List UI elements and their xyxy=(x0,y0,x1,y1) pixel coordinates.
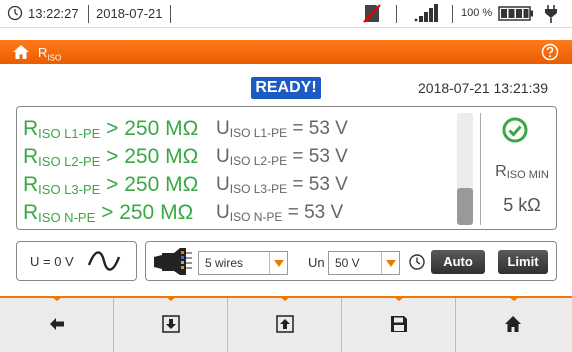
wires-value: 5 wires xyxy=(205,256,244,270)
timer-icon xyxy=(409,254,425,270)
back-icon xyxy=(50,318,64,330)
limit-button[interactable]: Limit xyxy=(498,250,548,274)
un-dropdown[interactable]: 50 V xyxy=(328,251,400,275)
voltage-box: U = 0 V xyxy=(16,241,137,281)
status-divider xyxy=(88,5,89,23)
status-date: 2018-07-21 xyxy=(96,6,163,21)
auto-button[interactable]: Auto xyxy=(431,250,485,274)
signal-icon xyxy=(414,4,438,22)
bottom-nav xyxy=(0,296,572,352)
upload-icon xyxy=(276,315,294,333)
battery-icon xyxy=(498,6,533,21)
save-icon xyxy=(391,316,407,332)
no-sd-card-icon xyxy=(363,4,381,23)
status-divider xyxy=(396,5,397,23)
nav-upload-button[interactable] xyxy=(228,296,342,352)
result-r-value: RISO N-PE > 250 MΩ xyxy=(23,201,194,225)
rmin-value: 5 kΩ xyxy=(503,195,541,215)
ready-badge: READY! xyxy=(251,77,321,99)
settings-box: 5 wires Un 50 V Auto Limit xyxy=(145,241,557,281)
status-bar: 13:22:27 2018-07-21 100 % xyxy=(0,0,572,28)
nav-save-button[interactable] xyxy=(342,296,456,352)
rmin-label: RISO MIN xyxy=(495,163,549,181)
status-divider xyxy=(170,5,171,23)
result-r-value: RISO L2-PE > 250 MΩ xyxy=(23,145,199,169)
result-u-value: UISO L2-PE = 53 V xyxy=(216,146,348,168)
result-r-value: RISO L1-PE > 250 MΩ xyxy=(23,117,199,141)
help-icon[interactable] xyxy=(541,43,559,61)
result-u-value: UISO L1-PE = 53 V xyxy=(216,118,348,140)
plug-icon xyxy=(545,5,557,23)
check-ok-icon xyxy=(502,117,528,143)
chevron-down-icon xyxy=(381,252,399,274)
status-divider xyxy=(452,5,453,23)
un-label: Un xyxy=(308,255,325,270)
nav-home-button[interactable] xyxy=(456,296,572,352)
resistance-gauge xyxy=(457,113,473,225)
clock-icon xyxy=(7,5,23,21)
download-icon xyxy=(162,315,180,333)
title-bar: RISO xyxy=(0,40,572,64)
page-title: RISO xyxy=(38,45,62,63)
home-icon xyxy=(505,316,521,332)
wires-dropdown[interactable]: 5 wires xyxy=(198,251,288,275)
results-panel: RISO L1-PE > 250 MΩ UISO L1-PE = 53 V RI… xyxy=(16,106,557,230)
gauge-fill xyxy=(457,188,473,225)
un-value: 50 V xyxy=(335,256,360,270)
nav-back-button[interactable] xyxy=(0,296,114,352)
status-time: 13:22:27 xyxy=(28,6,79,21)
result-u-value: UISO N-PE = 53 V xyxy=(216,202,344,224)
result-r-value: RISO L3-PE > 250 MΩ xyxy=(23,173,199,197)
measurement-datetime: 2018-07-21 13:21:39 xyxy=(418,80,548,96)
chevron-down-icon xyxy=(269,252,287,274)
voltage-readout: U = 0 V xyxy=(30,254,74,269)
ac-wave-icon xyxy=(87,251,121,271)
battery-percent: 100 % xyxy=(461,7,493,19)
home-icon[interactable] xyxy=(12,44,30,60)
panel-divider xyxy=(480,113,481,225)
nav-download-button[interactable] xyxy=(114,296,228,352)
result-u-value: UISO L3-PE = 53 V xyxy=(216,174,348,196)
plug-adapter-icon xyxy=(154,248,192,275)
